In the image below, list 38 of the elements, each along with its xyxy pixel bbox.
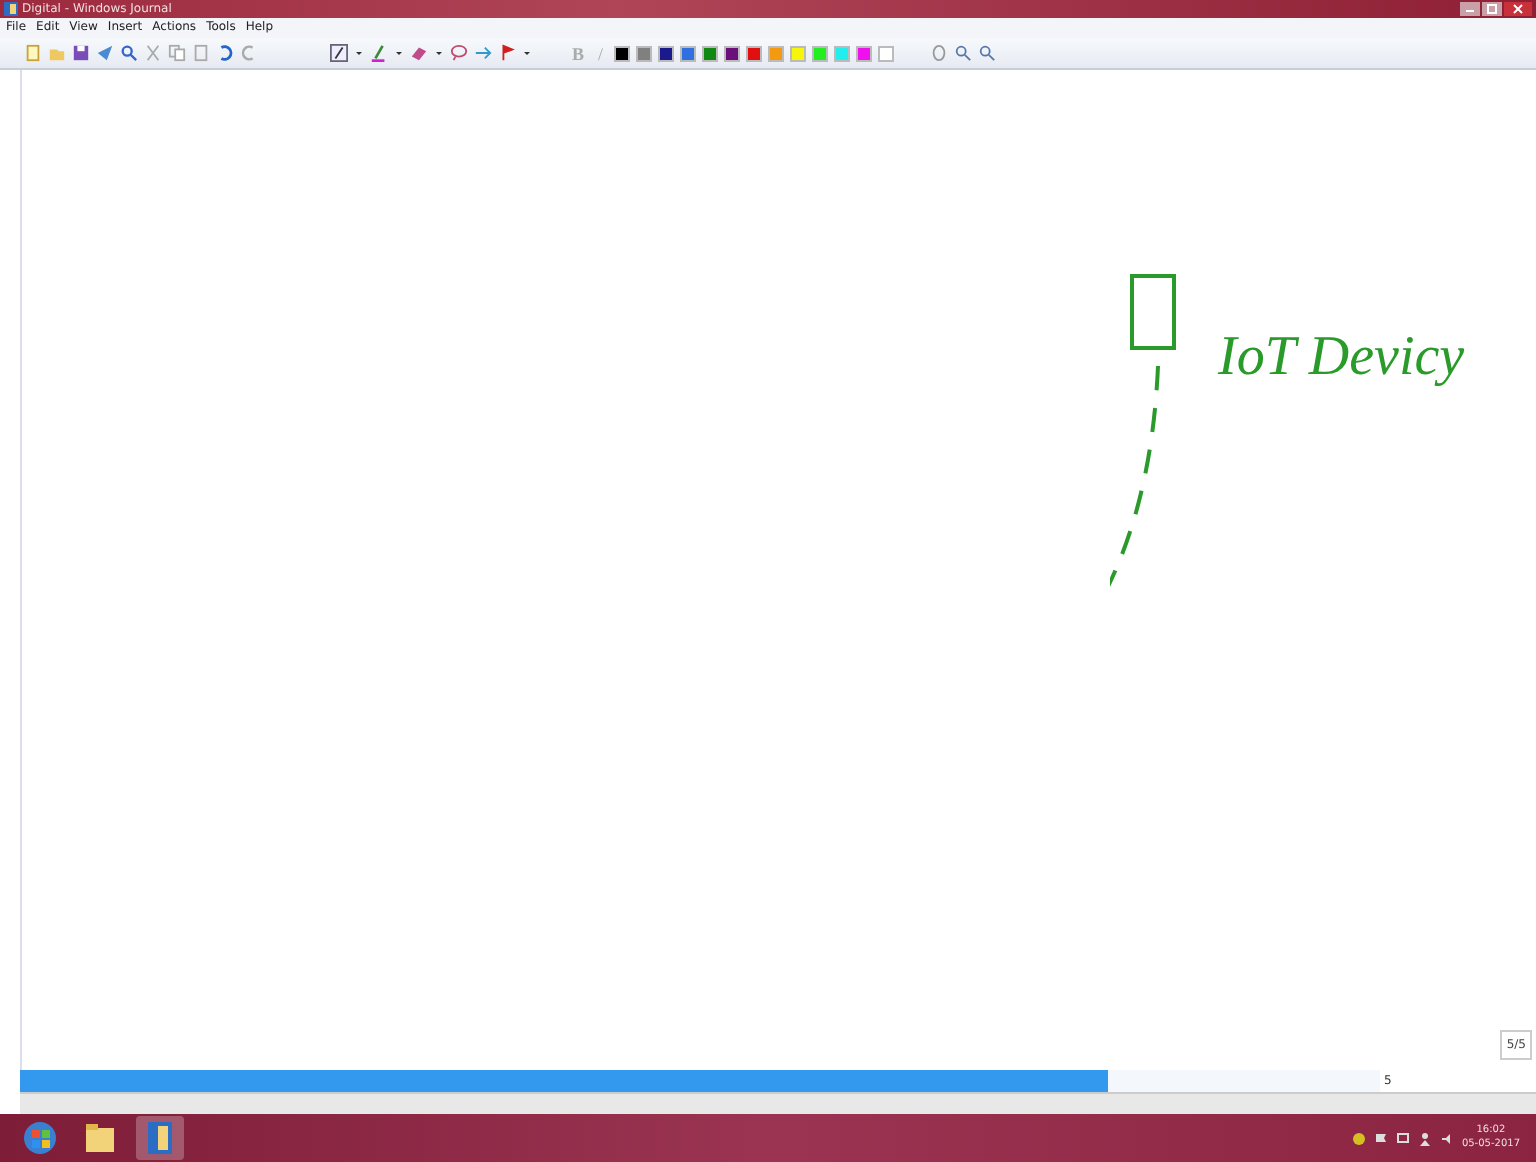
- color-swatch[interactable]: [701, 45, 718, 61]
- color-swatch[interactable]: [767, 45, 784, 61]
- handwritten-text: IoT Devicy: [1218, 326, 1465, 390]
- copy-icon[interactable]: [168, 44, 186, 62]
- eraser-icon[interactable]: [410, 44, 428, 62]
- minimize-icon[interactable]: [1460, 2, 1480, 16]
- undo-icon[interactable]: [216, 44, 234, 62]
- color-swatch[interactable]: [745, 45, 762, 61]
- pen-icon[interactable]: [330, 44, 348, 62]
- color-swatch[interactable]: [679, 45, 696, 61]
- maximize-icon[interactable]: [1482, 2, 1502, 16]
- flag-tray-icon[interactable]: [1373, 1131, 1388, 1145]
- close-icon[interactable]: [1504, 2, 1532, 16]
- new-page-icon[interactable]: [24, 44, 42, 62]
- app-icon: [4, 2, 18, 16]
- color-swatch[interactable]: [635, 45, 652, 61]
- color-swatch[interactable]: [657, 45, 674, 61]
- highlighter-icon[interactable]: [370, 44, 388, 62]
- color-swatch[interactable]: [877, 45, 894, 61]
- color-swatch[interactable]: [833, 45, 850, 61]
- zoom-out-icon[interactable]: [977, 44, 996, 62]
- save-icon[interactable]: [72, 44, 90, 62]
- ink-square: [1130, 274, 1176, 350]
- zoom-in-icon[interactable]: [953, 44, 972, 62]
- horizontal-scrollbar[interactable]: [20, 1092, 1536, 1114]
- color-swatch[interactable]: [789, 45, 806, 61]
- color-swatch[interactable]: [723, 45, 740, 61]
- lasso-icon[interactable]: [450, 44, 468, 62]
- user-tray-icon[interactable]: [1417, 1131, 1432, 1145]
- circle-icon[interactable]: [929, 44, 948, 62]
- search-icon[interactable]: [120, 44, 138, 62]
- volume-icon[interactable]: [1439, 1131, 1454, 1145]
- color-swatch[interactable]: [811, 45, 828, 61]
- display-tray-icon[interactable]: [1395, 1131, 1410, 1145]
- color-swatch[interactable]: [855, 45, 872, 61]
- color-swatch[interactable]: [613, 45, 630, 61]
- journal-taskbar-icon[interactable]: [136, 1116, 184, 1160]
- flag-icon[interactable]: [498, 44, 516, 62]
